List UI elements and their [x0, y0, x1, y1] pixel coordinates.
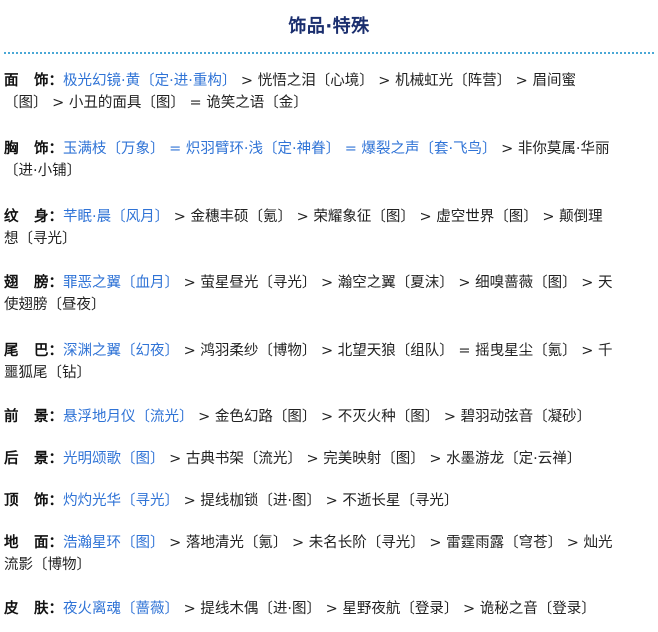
- item-text: >: [373, 73, 396, 89]
- highlighted-item: 芊眠·晨〔风月〕: [63, 209, 170, 225]
- item-text: > 非你莫属·华丽: [496, 141, 610, 157]
- item-text: 〔图〕 > 小丑的面具〔图〕 = 诡笑之语〔金〕: [4, 95, 308, 111]
- page-title: 饰品·特殊: [288, 16, 370, 37]
- row-line: 顶饰：灼灼光华〔寻光〕 > 提线枷锁〔进·图〕 > 不逝长星〔寻光〕: [4, 490, 654, 512]
- item-text: 流影〔博物〕: [4, 557, 91, 573]
- row-line: 地面：浩瀚星环〔图〕 > 落地清光〔氪〕 > 未名长阶〔寻光〕 > 雷霆雨露〔穹…: [4, 532, 654, 554]
- item-text: > 古典书架〔流光〕 > 完美映射〔图〕 > 水墨游龙〔定·云禅〕: [164, 451, 582, 467]
- item-text: > 金穗丰硕〔氪〕 > 荣耀象征〔图〕 > 虚空世界〔图〕 > 颠倒理: [169, 209, 603, 225]
- dotted-divider: [4, 52, 654, 54]
- accessory-row: 胸饰：玉满枝〔万象〕 = 炽羽臂环·浅〔定·神眷〕 = 爆裂之声〔套·飞鸟〕 >…: [4, 138, 654, 182]
- item-text: 想〔寻光〕: [4, 231, 77, 247]
- category-label: 皮肤：: [4, 598, 63, 620]
- row-line: 流影〔博物〕: [4, 554, 654, 576]
- accessory-row: 地面：浩瀚星环〔图〕 > 落地清光〔氪〕 > 未名长阶〔寻光〕 > 雷霆雨露〔穹…: [4, 532, 654, 576]
- accessory-row: 顶饰：灼灼光华〔寻光〕 > 提线枷锁〔进·图〕 > 不逝长星〔寻光〕: [4, 490, 654, 512]
- category-label-char: 地: [4, 535, 19, 551]
- highlighted-item: 玉满枝〔万象〕 = 炽羽臂环·浅〔定·神眷〕 = 爆裂之声〔套·飞鸟〕: [63, 141, 497, 157]
- item-text: 噩狐尾〔钻〕: [4, 365, 91, 381]
- item-text: >: [236, 73, 258, 89]
- item-text: 〔进·小铺〕: [4, 163, 82, 179]
- category-label-suffix: 饰：: [34, 73, 63, 89]
- article-page: 饰品·特殊 面饰：极光幻镜·黄〔定·进·重构〕 > 恍悟之泪〔心境〕 > 机械虹…: [0, 0, 658, 632]
- highlighted-item: 罪恶之翼〔血月〕: [63, 275, 179, 291]
- item-text: > 落地清光〔氪〕 > 未名长阶〔寻光〕 > 雷霆雨露〔穹苍〕 > 灿光: [164, 535, 613, 551]
- category-label-suffix: 膀：: [34, 275, 63, 291]
- category-label: 翅膀：: [4, 272, 63, 294]
- category-label-char: 皮: [4, 601, 19, 617]
- highlighted-item: 夜火离魂〔蔷薇〕: [63, 601, 179, 617]
- row-line: 纹身：芊眠·晨〔风月〕 > 金穗丰硕〔氪〕 > 荣耀象征〔图〕 > 虚空世界〔图…: [4, 206, 654, 228]
- category-label-char: 面: [4, 73, 19, 89]
- category-label-char: 纹: [4, 209, 19, 225]
- category-label-suffix: 肤：: [34, 601, 63, 617]
- category-label-suffix: 饰：: [34, 141, 63, 157]
- row-line: 前景：悬浮地月仪〔流光〕 > 金色幻路〔图〕 > 不灭火种〔图〕 > 碧羽动弦音…: [4, 406, 654, 428]
- item-text: 使翅膀〔昼夜〕: [4, 297, 106, 313]
- row-line: 后景：光明颂歌〔图〕 > 古典书架〔流光〕 > 完美映射〔图〕 > 水墨游龙〔定…: [4, 448, 654, 470]
- item-text: >: [511, 73, 533, 89]
- category-label: 尾巴：: [4, 340, 63, 362]
- category-label-suffix: 景：: [34, 451, 63, 467]
- item-text: > 萤星昼光〔寻光〕 > 瀚空之翼〔夏沫〕 > 细嗅蔷薇〔图〕 > 天: [179, 275, 613, 291]
- row-line: 噩狐尾〔钻〕: [4, 362, 654, 384]
- row-line: 想〔寻光〕: [4, 228, 654, 250]
- category-label-suffix: 面：: [34, 535, 63, 551]
- category-label: 顶饰：: [4, 490, 63, 512]
- row-line: 使翅膀〔昼夜〕: [4, 294, 654, 316]
- item-text: > 提线枷锁〔进·图〕 > 不逝长星〔寻光〕: [179, 493, 459, 509]
- item-text: > 金色幻路〔图〕 > 不灭火种〔图〕 > 碧羽动弦音〔凝砂〕: [193, 409, 592, 425]
- highlighted-item: 光明颂歌〔图〕: [63, 451, 165, 467]
- accessory-row: 尾巴：深渊之翼〔幻夜〕 > 鸿羽柔纱〔博物〕 > 北望天狼〔组队〕 = 摇曳星尘…: [4, 340, 654, 384]
- highlighted-item: 悬浮地月仪〔流光〕: [63, 409, 194, 425]
- category-label-char: 翅: [4, 275, 19, 291]
- accessory-row: 皮肤：夜火离魂〔蔷薇〕 > 提线木偶〔进·图〕 > 星野夜航〔登录〕 > 诡秘之…: [4, 598, 654, 620]
- row-line: 面饰：极光幻镜·黄〔定·进·重构〕 > 恍悟之泪〔心境〕 > 机械虹光〔阵营〕 …: [4, 70, 654, 92]
- item-text: 恍悟之泪〔心境〕: [257, 73, 374, 89]
- category-label: 前景：: [4, 406, 63, 428]
- row-line: 翅膀：罪恶之翼〔血月〕 > 萤星昼光〔寻光〕 > 瀚空之翼〔夏沫〕 > 细嗅蔷薇…: [4, 272, 654, 294]
- row-line: 〔进·小铺〕: [4, 160, 654, 182]
- accessory-row: 纹身：芊眠·晨〔风月〕 > 金穗丰硕〔氪〕 > 荣耀象征〔图〕 > 虚空世界〔图…: [4, 206, 654, 250]
- row-line: 〔图〕 > 小丑的面具〔图〕 = 诡笑之语〔金〕: [4, 92, 654, 114]
- category-label: 后景：: [4, 448, 63, 470]
- accessory-row: 前景：悬浮地月仪〔流光〕 > 金色幻路〔图〕 > 不灭火种〔图〕 > 碧羽动弦音…: [4, 406, 654, 428]
- row-line: 胸饰：玉满枝〔万象〕 = 炽羽臂环·浅〔定·神眷〕 = 爆裂之声〔套·飞鸟〕 >…: [4, 138, 654, 160]
- category-label-char: 前: [4, 409, 19, 425]
- highlighted-item: 极光幻镜·黄〔定·进·重构〕: [63, 73, 237, 89]
- category-label-suffix: 巴：: [34, 343, 63, 359]
- item-text: 眉间蜜: [532, 73, 576, 89]
- item-text: > 提线木偶〔进·图〕 > 星野夜航〔登录〕 > 诡秘之音〔登录〕: [179, 601, 596, 617]
- highlighted-item: 深渊之翼〔幻夜〕: [63, 343, 179, 359]
- accessory-row: 面饰：极光幻镜·黄〔定·进·重构〕 > 恍悟之泪〔心境〕 > 机械虹光〔阵营〕 …: [4, 70, 654, 114]
- highlighted-item: 灼灼光华〔寻光〕: [63, 493, 179, 509]
- category-label: 面饰：: [4, 70, 63, 92]
- category-label: 纹身：: [4, 206, 63, 228]
- item-text: 机械虹光〔阵营〕: [395, 73, 512, 89]
- category-label: 胸饰：: [4, 138, 63, 160]
- accessory-row: 后景：光明颂歌〔图〕 > 古典书架〔流光〕 > 完美映射〔图〕 > 水墨游龙〔定…: [4, 448, 654, 470]
- category-label-suffix: 景：: [34, 409, 63, 425]
- row-line: 皮肤：夜火离魂〔蔷薇〕 > 提线木偶〔进·图〕 > 星野夜航〔登录〕 > 诡秘之…: [4, 598, 654, 620]
- category-label-char: 顶: [4, 493, 19, 509]
- category-label-char: 尾: [4, 343, 19, 359]
- category-label-suffix: 饰：: [34, 493, 63, 509]
- row-line: 尾巴：深渊之翼〔幻夜〕 > 鸿羽柔纱〔博物〕 > 北望天狼〔组队〕 = 摇曳星尘…: [4, 340, 654, 362]
- category-label: 地面：: [4, 532, 63, 554]
- item-text: > 鸿羽柔纱〔博物〕 > 北望天狼〔组队〕 = 摇曳星尘〔氪〕 > 千: [179, 343, 613, 359]
- category-label-suffix: 身：: [34, 209, 63, 225]
- category-label-char: 后: [4, 451, 19, 467]
- category-label-char: 胸: [4, 141, 19, 157]
- accessory-row: 翅膀：罪恶之翼〔血月〕 > 萤星昼光〔寻光〕 > 瀚空之翼〔夏沫〕 > 细嗅蔷薇…: [4, 272, 654, 316]
- highlighted-item: 浩瀚星环〔图〕: [63, 535, 165, 551]
